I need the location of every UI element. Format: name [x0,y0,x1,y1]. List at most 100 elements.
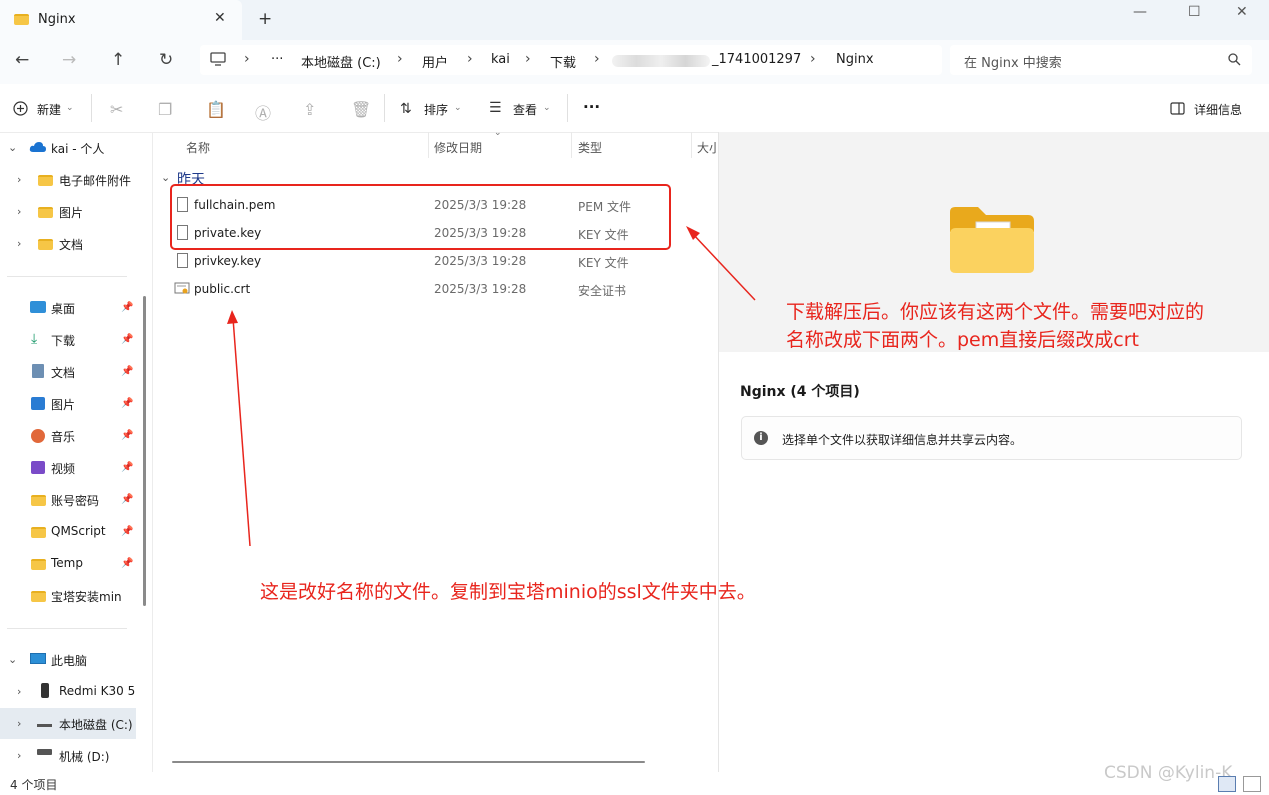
file-name[interactable]: privkey.key [194,254,261,268]
annotation-text: 名称改成下面两个。pem直接后缀改成crt [786,329,1139,351]
chevron-down-icon[interactable]: ⌄ [161,171,170,184]
sidebar-item-baota[interactable]: 宝塔安装min [51,588,121,605]
folder-icon [38,175,53,186]
tiles-view-toggle[interactable] [1243,776,1261,792]
sidebar-item-videos[interactable]: 视频 [51,460,75,477]
sidebar-item-downloads[interactable]: 下载 [51,332,75,349]
chevron-right-icon[interactable]: › [17,717,21,730]
sidebar-divider [7,276,127,277]
file-icon [177,253,188,268]
sidebar-item-desktop[interactable]: 桌面 [51,300,75,317]
sidebar-item-pictures-cloud[interactable]: 图片 [59,204,83,221]
status-item-count: 4 个项目 [10,778,58,792]
breadcrumb-nginx[interactable]: Nginx [836,52,874,67]
search-icon[interactable] [1228,53,1241,66]
new-tab-button[interactable]: + [258,9,272,29]
close-window-button[interactable]: ✕ [1236,4,1248,20]
view-icon: ☰ [489,100,502,116]
chevron-right-icon[interactable]: › [17,237,21,250]
chevron-right-icon[interactable]: › [17,749,21,762]
sidebar-item-c-drive[interactable]: 本地磁盘 (C:) [59,716,133,733]
pin-icon: 📌 [121,462,134,473]
breadcrumb-c-drive[interactable]: 本地磁盘 (C:) [301,52,381,71]
pin-icon: 📌 [121,398,134,409]
back-button[interactable]: ← [15,50,29,70]
column-separator[interactable] [571,132,572,158]
pin-icon: 📌 [121,558,134,569]
view-button[interactable]: 查看 [513,101,537,118]
chevron-right-icon[interactable]: › [17,173,21,186]
tab-nginx[interactable] [0,0,242,40]
chevron-down-icon[interactable]: ⌄ [8,653,17,666]
breadcrumb-more[interactable]: ··· [271,52,283,67]
pin-icon: 📌 [121,494,134,505]
rename-icon[interactable]: Ⓐ [255,100,271,124]
chevron-right-icon[interactable]: › [17,685,21,698]
column-separator[interactable] [428,132,429,158]
paste-icon[interactable]: 📋 [206,100,226,119]
sort-button[interactable]: 排序 [424,101,448,118]
breadcrumb-kai[interactable]: kai [491,52,510,67]
horizontal-scrollbar[interactable] [172,761,645,763]
breadcrumb-downloads[interactable]: 下载 [550,52,576,71]
drive-icon [37,715,52,727]
sidebar-item-temp[interactable]: Temp [51,556,83,570]
chevron-down-icon: ⌄ [454,103,462,113]
sidebar-item-pictures[interactable]: 图片 [51,396,75,413]
minimize-button[interactable]: — [1133,4,1147,20]
chevron-right-icon[interactable]: › [17,205,21,218]
chevron-down-icon[interactable]: ⌄ [8,141,17,154]
sidebar-item-this-pc[interactable]: 此电脑 [51,652,87,669]
column-separator[interactable] [691,132,692,158]
cut-icon[interactable]: ✂ [110,100,123,119]
column-header-name[interactable]: 名称 [186,139,210,156]
breadcrumb-separator: › [397,51,403,67]
music-icon [31,429,45,443]
sidebar-item-email-attachments[interactable]: 电子邮件附件 [59,172,131,189]
sidebar-item-d-drive[interactable]: 机械 (D:) [59,748,109,765]
share-icon[interactable]: ⇪ [303,100,316,119]
breadcrumb-separator: › [244,51,250,67]
tab-title: Nginx [38,12,76,27]
drive-icon [37,749,52,755]
videos-icon [31,461,45,474]
file-date: 2025/3/3 19:28 [434,254,527,268]
forward-button[interactable]: → [62,50,76,70]
phone-icon [41,683,49,698]
close-tab-button[interactable]: ✕ [214,10,226,26]
delete-icon[interactable]: 🗑 [351,100,371,119]
sidebar-item-redmi[interactable]: Redmi K30 5G [59,684,135,698]
column-header-type[interactable]: 类型 [578,139,602,156]
file-type: KEY 文件 [578,256,629,270]
maximize-button[interactable]: ☐ [1188,4,1201,20]
sidebar-item-documents-cloud[interactable]: 文档 [59,236,83,253]
sidebar-item-qmscript[interactable]: QMScript [51,524,106,538]
file-name[interactable]: public.crt [194,282,250,296]
details-view-toggle[interactable] [1218,776,1236,792]
refresh-button[interactable]: ↻ [159,50,173,70]
sidebar-item-documents[interactable]: 文档 [51,364,75,381]
more-options-button[interactable]: ··· [583,98,600,116]
folder-icon [31,495,46,506]
copy-icon[interactable]: ❐ [158,100,172,119]
breadcrumb-archive[interactable]: _1741001297 [712,52,801,67]
sidebar-scrollbar[interactable] [143,296,146,606]
column-header-size[interactable]: 大小 [697,139,717,156]
sidebar-item-music[interactable]: 音乐 [51,428,75,445]
this-pc-icon [30,653,46,664]
folder-icon [38,207,53,218]
toolbar-divider [384,94,385,122]
column-header-date[interactable]: 修改日期 [434,139,482,156]
breadcrumb-users[interactable]: 用户 [422,52,448,71]
sidebar-item-accounts[interactable]: 账号密码 [51,492,99,509]
details-button[interactable]: 详细信息 [1194,101,1242,118]
folder-icon [31,591,46,602]
folder-icon [14,14,29,25]
up-button[interactable]: ↑ [111,50,125,70]
chevron-down-icon: ⌄ [543,103,551,113]
desktop-icon [30,301,46,313]
sidebar-item-onedrive[interactable]: kai - 个人 [51,140,104,157]
new-button[interactable]: 新建 [37,101,61,118]
search-input[interactable]: 在 Nginx 中搜索 [964,52,1062,71]
breadcrumb-separator: › [467,51,473,67]
